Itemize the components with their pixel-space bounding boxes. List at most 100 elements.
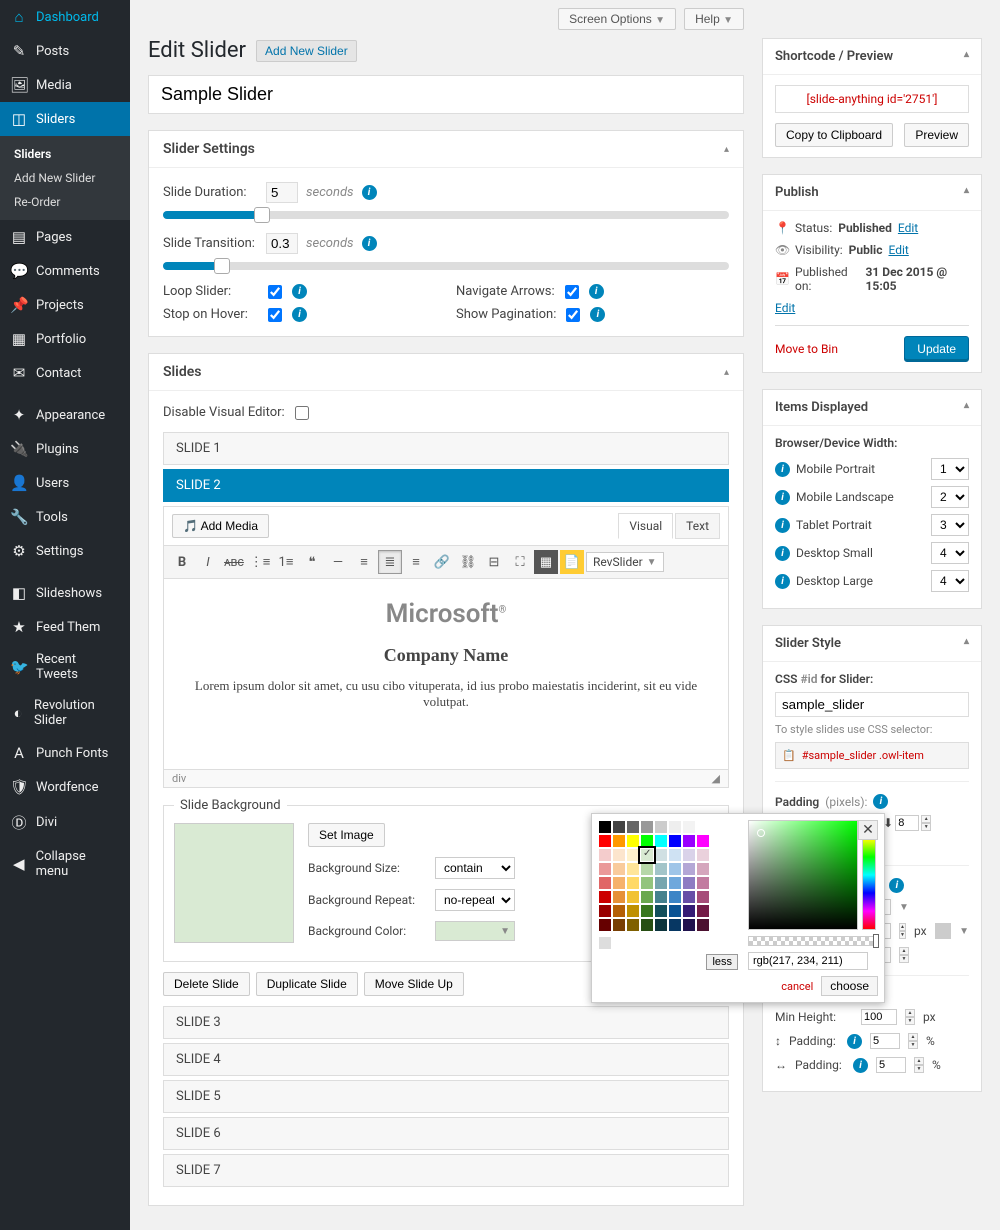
mobile-landscape-select[interactable]: 2	[931, 486, 969, 508]
style-header[interactable]: Slider Style▴	[763, 626, 981, 662]
color-swatch[interactable]	[668, 876, 682, 890]
slide-tab-3[interactable]: SLIDE 3	[163, 1006, 729, 1039]
sidebar-item-divi[interactable]: ⒹDivi	[0, 804, 130, 841]
slider-thumb[interactable]	[214, 258, 230, 274]
sidebar-item-dashboard[interactable]: ⌂Dashboard	[0, 0, 130, 34]
stepper[interactable]: ▲▼	[905, 1009, 915, 1025]
color-swatch[interactable]	[598, 904, 612, 918]
navigate-arrows-checkbox[interactable]	[565, 285, 579, 299]
color-swatch[interactable]	[668, 904, 682, 918]
color-swatch[interactable]	[682, 820, 696, 834]
move-to-bin-link[interactable]: Move to Bin	[775, 342, 838, 356]
alpha-slider[interactable]	[748, 936, 878, 946]
resize-handle-icon[interactable]: ◢	[712, 772, 720, 785]
rgb-input[interactable]	[748, 952, 868, 970]
edit-visibility-link[interactable]: Edit	[888, 243, 908, 257]
border-color-button[interactable]	[935, 923, 952, 939]
move-slide-up-button[interactable]: Move Slide Up	[364, 972, 464, 996]
edit-status-link[interactable]: Edit	[898, 221, 918, 235]
transition-slider[interactable]	[163, 262, 729, 270]
sidebar-item-appearance[interactable]: ✦Appearance	[0, 398, 130, 432]
color-swatch[interactable]	[598, 936, 612, 950]
info-icon[interactable]: i	[362, 185, 377, 200]
css-id-input[interactable]	[775, 692, 969, 717]
color-swatch[interactable]	[640, 834, 654, 848]
color-swatch[interactable]	[612, 862, 626, 876]
color-swatch[interactable]	[696, 820, 710, 834]
info-icon[interactable]: i	[853, 1058, 868, 1073]
color-swatch[interactable]	[696, 904, 710, 918]
sidebar-item-posts[interactable]: ✎Posts	[0, 34, 130, 68]
color-swatch[interactable]	[654, 862, 668, 876]
color-swatch[interactable]	[612, 918, 626, 932]
color-swatch[interactable]	[682, 890, 696, 904]
hpad-input[interactable]	[876, 1057, 906, 1073]
color-swatch[interactable]	[654, 876, 668, 890]
sidebar-item-tools[interactable]: 🔧Tools	[0, 500, 130, 534]
loop-slider-checkbox[interactable]	[268, 285, 282, 299]
color-swatch[interactable]	[668, 890, 682, 904]
stepper[interactable]: ▲▼	[914, 1057, 924, 1073]
editor-content[interactable]: Microsoft® Company Name Lorem ipsum dolo…	[164, 579, 728, 769]
color-swatch[interactable]	[668, 834, 682, 848]
italic-icon[interactable]: I	[196, 550, 220, 574]
info-icon[interactable]: i	[775, 574, 790, 589]
color-choose-button[interactable]: choose	[821, 976, 878, 996]
hr-icon[interactable]: —	[326, 550, 350, 574]
sidebar-item-portfolio[interactable]: ▦Portfolio	[0, 322, 130, 356]
bg-color-picker-button[interactable]: ▼	[435, 921, 515, 941]
sidebar-item-feedthem[interactable]: ★Feed Them	[0, 610, 130, 644]
readmore-icon[interactable]: ⊟	[482, 550, 506, 574]
align-left-icon[interactable]: ≡	[352, 550, 376, 574]
preview-button[interactable]: Preview	[904, 123, 969, 147]
visual-tab[interactable]: Visual	[618, 513, 673, 539]
sidebar-item-pages[interactable]: ▤Pages	[0, 220, 130, 254]
slide-tab-7[interactable]: SLIDE 7	[163, 1154, 729, 1187]
info-icon[interactable]: i	[775, 546, 790, 561]
link-icon[interactable]: 🔗	[430, 550, 454, 574]
slide-duration-input[interactable]	[266, 182, 298, 203]
color-swatch[interactable]	[668, 862, 682, 876]
color-swatch[interactable]	[598, 848, 612, 862]
blockquote-icon[interactable]: ❝	[300, 550, 324, 574]
tablet-portrait-select[interactable]: 3	[931, 514, 969, 536]
less-button[interactable]: less	[706, 954, 738, 970]
color-cancel-button[interactable]: cancel	[781, 980, 813, 993]
color-swatch[interactable]	[682, 848, 696, 862]
color-swatch[interactable]	[696, 834, 710, 848]
bg-size-select[interactable]: contain	[435, 857, 515, 879]
duplicate-slide-button[interactable]: Duplicate Slide	[256, 972, 358, 996]
color-swatch[interactable]	[682, 876, 696, 890]
copy-icon[interactable]: 📋	[782, 749, 796, 762]
slide-tab-1[interactable]: SLIDE 1	[163, 432, 729, 465]
color-swatch[interactable]	[598, 820, 612, 834]
color-swatch[interactable]	[696, 862, 710, 876]
sidebar-item-plugins[interactable]: 🔌Plugins	[0, 432, 130, 466]
bullet-list-icon[interactable]: ⋮≡	[248, 550, 272, 574]
info-icon[interactable]: i	[589, 284, 604, 299]
align-right-icon[interactable]: ≡	[404, 550, 428, 574]
mobile-portrait-select[interactable]: 1	[931, 458, 969, 480]
slide-transition-input[interactable]	[266, 233, 298, 254]
color-swatch[interactable]	[598, 918, 612, 932]
set-image-button[interactable]: Set Image	[308, 823, 385, 847]
color-swatch[interactable]	[696, 848, 710, 862]
sidebar-item-contact[interactable]: ✉Contact	[0, 356, 130, 390]
color-swatch[interactable]	[612, 820, 626, 834]
color-swatch[interactable]	[640, 904, 654, 918]
pad-bottom-input[interactable]	[895, 815, 919, 831]
sidebar-item-sliders[interactable]: ◫Sliders	[0, 102, 130, 136]
color-swatch[interactable]	[640, 876, 654, 890]
gradient-cursor[interactable]	[757, 829, 765, 837]
slider-settings-header[interactable]: Slider Settings ▴	[149, 131, 743, 168]
unlink-icon[interactable]: ⛓	[456, 550, 480, 574]
sidebar-sub-add-new[interactable]: Add New Slider	[0, 166, 130, 190]
vpad-input[interactable]	[870, 1033, 900, 1049]
color-swatch[interactable]	[682, 834, 696, 848]
slide-tab-4[interactable]: SLIDE 4	[163, 1043, 729, 1076]
gradient-picker[interactable]	[748, 820, 858, 930]
color-swatch[interactable]	[612, 876, 626, 890]
color-swatch[interactable]	[612, 848, 626, 862]
sidebar-item-users[interactable]: 👤Users	[0, 466, 130, 500]
info-icon[interactable]: i	[775, 462, 790, 477]
